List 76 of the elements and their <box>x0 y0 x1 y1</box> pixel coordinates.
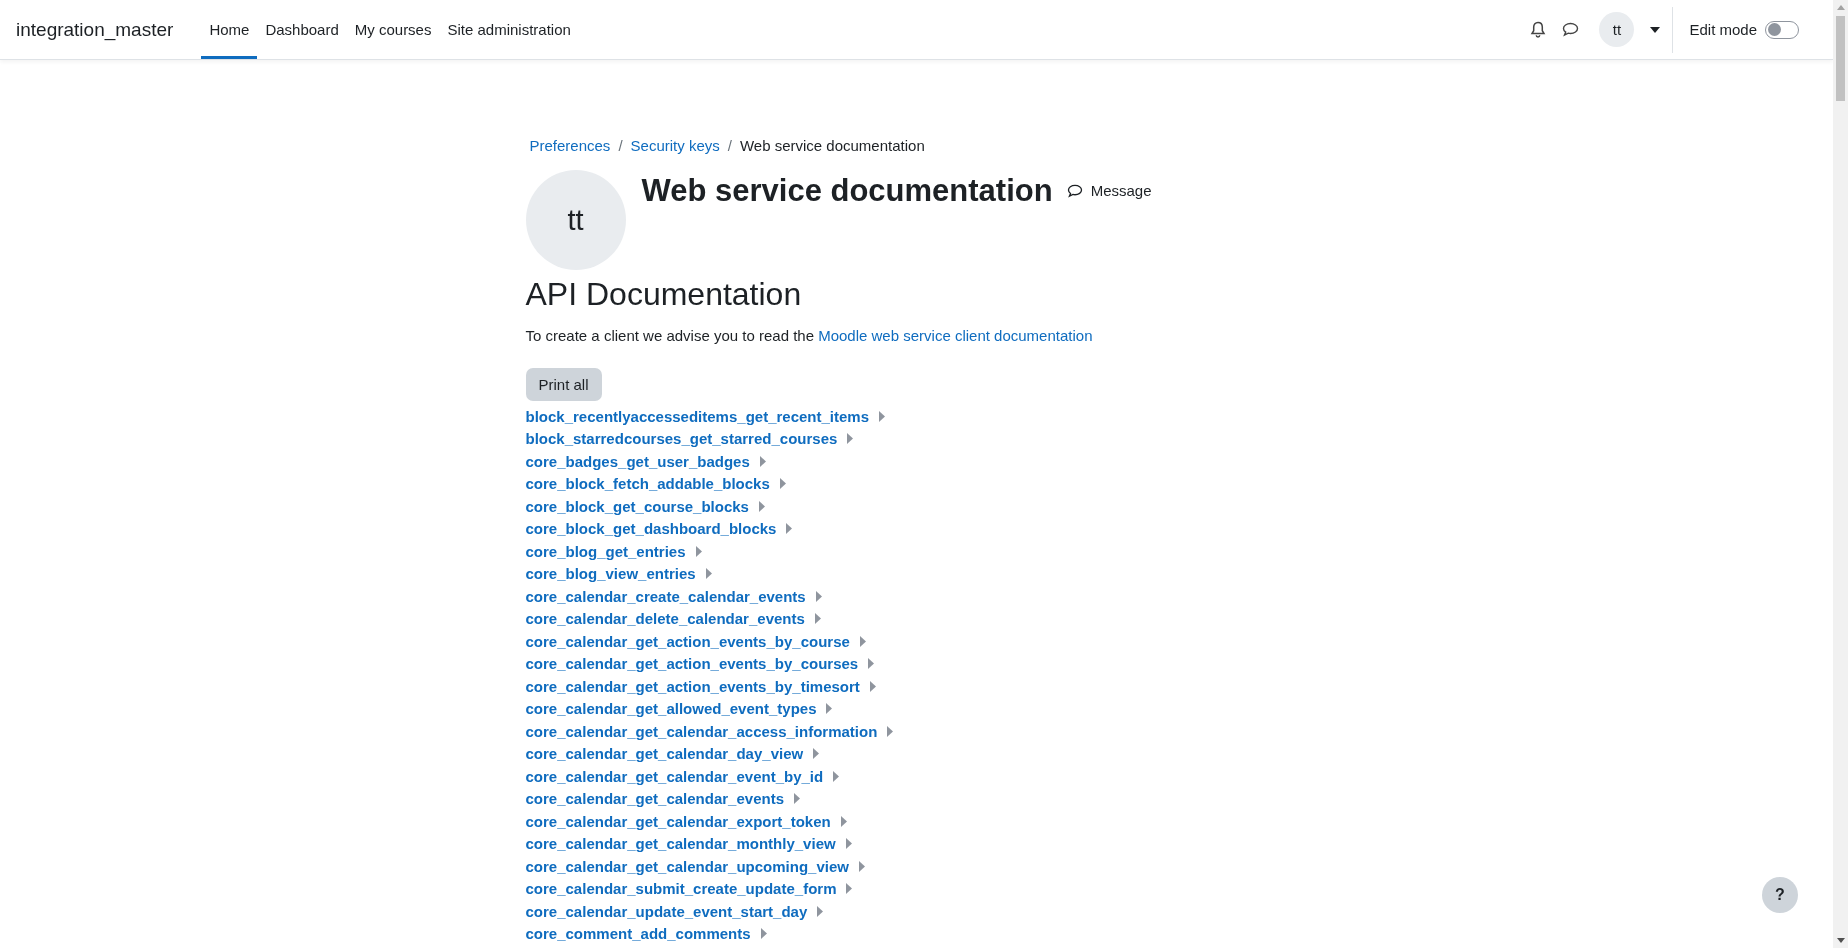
edit-mode-label: Edit mode <box>1689 21 1757 38</box>
intro-text: To create a client we advise you to read the Moodle web service client documentation <box>525 327 1094 344</box>
function-link[interactable]: core_calendar_get_calendar_event_by_id <box>525 767 824 785</box>
function-link[interactable]: core_calendar_delete_calendar_events <box>525 610 805 628</box>
scroll-up-icon[interactable] <box>1836 5 1845 10</box>
documentation-link[interactable]: Moodle web service client documentation <box>818 327 1093 344</box>
function-link[interactable]: core_calendar_get_calendar_day_view <box>525 745 804 763</box>
function-link[interactable]: core_block_get_dashboard_blocks <box>525 520 777 538</box>
breadcrumb-link[interactable]: Preferences <box>529 136 611 154</box>
expand-triangle-icon[interactable] <box>779 478 786 490</box>
expand-triangle-icon[interactable] <box>794 793 800 805</box>
function-link[interactable]: core_calendar_get_calendar_upcoming_view <box>525 857 849 875</box>
expand-triangle-icon[interactable] <box>695 545 702 557</box>
expand-triangle-icon[interactable] <box>760 928 767 940</box>
chat-bubble-icon <box>1066 183 1083 198</box>
function-link[interactable]: core_block_fetch_addable_blocks <box>525 475 770 493</box>
function-link[interactable]: core_calendar_get_calendar_export_token <box>525 812 831 830</box>
expand-triangle-icon[interactable] <box>758 500 765 512</box>
breadcrumb-separator: / <box>727 136 732 154</box>
function-link[interactable]: core_comment_add_comments <box>525 925 751 943</box>
expand-triangle-icon[interactable] <box>847 433 854 445</box>
function-link[interactable]: core_blog_view_entries <box>525 565 696 583</box>
function-link[interactable]: core_block_get_course_blocks <box>525 497 749 515</box>
expand-triangle-icon[interactable] <box>859 635 866 647</box>
scroll-thumb[interactable] <box>1836 16 1845 101</box>
function-link[interactable]: core_calendar_get_allowed_event_types <box>525 700 817 718</box>
expand-triangle-icon[interactable] <box>833 770 840 782</box>
function-link[interactable]: block_starredcourses_get_starred_courses <box>525 430 838 448</box>
expand-triangle-icon[interactable] <box>815 590 822 602</box>
function-link[interactable]: core_calendar_create_calendar_events <box>525 587 806 605</box>
function-link[interactable]: core_calendar_update_event_start_day <box>525 902 808 920</box>
expand-triangle-icon[interactable] <box>814 613 821 625</box>
function-link[interactable]: core_calendar_get_calendar_access_information <box>525 722 878 740</box>
function-link[interactable]: core_calendar_get_action_events_by_course <box>525 632 850 650</box>
chat-bubble-icon[interactable] <box>1562 22 1580 37</box>
breadcrumb-separator: / <box>618 136 623 154</box>
user-avatar: tt <box>525 170 626 270</box>
scroll-down-icon[interactable] <box>1836 938 1845 943</box>
expand-triangle-icon[interactable] <box>705 568 712 580</box>
expand-triangle-icon[interactable] <box>845 838 852 850</box>
function-link[interactable]: core_calendar_get_calendar_monthly_view <box>525 835 836 853</box>
expand-triangle-icon[interactable] <box>840 815 847 827</box>
print-all-button[interactable]: Print all <box>525 368 602 401</box>
function-link[interactable]: core_calendar_get_action_events_by_timesort <box>525 677 860 695</box>
expand-triangle-icon[interactable] <box>786 523 793 535</box>
function-link[interactable]: core_calendar_submit_create_update_form <box>525 880 837 898</box>
function-link[interactable]: core_blog_get_entries <box>525 542 686 560</box>
function-link[interactable]: core_calendar_get_calendar_events <box>525 790 784 808</box>
function-link[interactable]: block_recentlyaccesseditems_get_recent_items <box>525 407 870 425</box>
nav-link[interactable]: Site administration <box>439 0 579 59</box>
expand-triangle-icon[interactable] <box>817 905 824 917</box>
message-button[interactable]: Message <box>1066 182 1152 199</box>
help-button[interactable]: ? <box>1762 877 1798 913</box>
expand-triangle-icon[interactable] <box>887 725 894 737</box>
page-title: Web service documentation <box>641 172 1053 210</box>
expand-triangle-icon[interactable] <box>826 703 833 715</box>
expand-triangle-icon[interactable] <box>813 748 820 760</box>
scrollbar[interactable] <box>1833 0 1848 948</box>
expand-triangle-icon[interactable] <box>868 658 875 670</box>
bell-icon[interactable] <box>1530 21 1547 38</box>
breadcrumb-current: Web service documentation <box>739 136 925 154</box>
nav-link[interactable]: Home <box>201 0 258 59</box>
section-heading: API Documentation <box>525 275 803 314</box>
expand-triangle-icon[interactable] <box>859 860 865 872</box>
function-link[interactable]: core_badges_get_user_badges <box>525 452 750 470</box>
breadcrumb-link[interactable]: Security keys <box>630 136 720 154</box>
user-avatar[interactable]: tt <box>1599 12 1635 47</box>
nav-link[interactable]: Dashboard <box>257 0 347 59</box>
nav-link[interactable]: My courses <box>346 0 440 59</box>
expand-triangle-icon[interactable] <box>759 455 766 467</box>
expand-triangle-icon[interactable] <box>879 410 886 422</box>
expand-triangle-icon[interactable] <box>846 883 853 895</box>
site-name[interactable]: integration_master <box>16 18 174 41</box>
function-link[interactable]: core_calendar_get_action_events_by_courses <box>525 655 859 673</box>
expand-triangle-icon[interactable] <box>869 680 876 692</box>
caret-icon[interactable] <box>1650 26 1661 33</box>
